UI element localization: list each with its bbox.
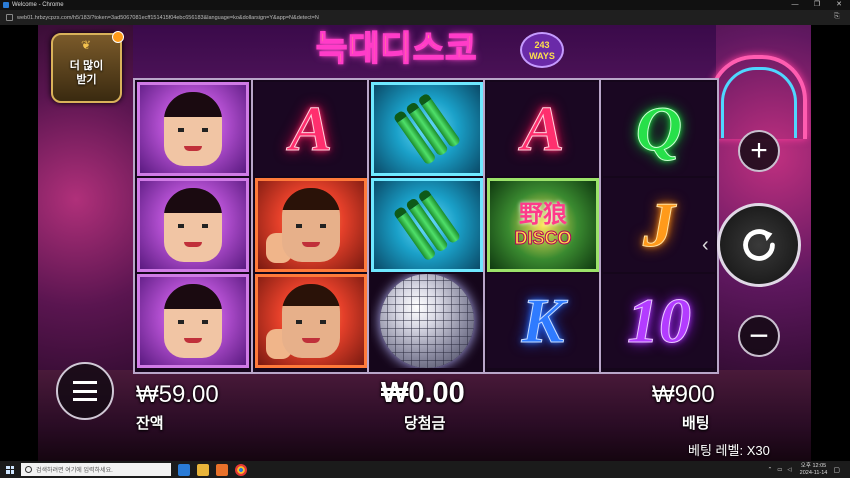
reel-1: [135, 80, 251, 372]
game-logo: 늑대디스코 243 WAYS: [315, 28, 564, 74]
win-label: 당첨금: [404, 415, 446, 432]
q-symbol-text: Q: [635, 93, 683, 164]
buy-bonus-label: 더 많이 받기: [53, 59, 120, 87]
autoplay-arrow-icon[interactable]: ‹: [702, 231, 716, 259]
a-symbol-text: A: [289, 93, 333, 164]
chrome-icon: [3, 2, 9, 8]
bottles-symbol: [371, 178, 483, 272]
reel-3: [367, 80, 485, 372]
reel-5: Q J 10: [599, 80, 717, 372]
lady-portrait-icon: [164, 188, 222, 262]
neon-arch-inner-decoration: [721, 67, 797, 138]
lady-portrait-icon: [164, 284, 222, 358]
chrome-taskbar-icon[interactable]: [235, 463, 247, 476]
reel-4: A 野狼 DISCO K: [483, 80, 601, 372]
bottles-symbol: [371, 82, 483, 176]
buy-bonus-line1: 더 많이: [69, 60, 104, 72]
balance-label: 잔액: [136, 415, 164, 432]
disco-ball-symbol: [371, 274, 483, 368]
taskbar-clock[interactable]: 오후 12:05 2024-11-14: [800, 463, 828, 477]
close-button[interactable]: ✕: [828, 0, 850, 10]
bet-level-label: 베팅 레벨:: [688, 443, 744, 458]
system-tray: ⌃ ▭ ◁ 오후 12:05 2024-11-14 ▢: [768, 461, 850, 478]
file-explorer-icon[interactable]: [197, 463, 209, 476]
plus-icon: +: [750, 134, 768, 167]
a-symbol-text: A: [521, 93, 565, 164]
ways-number: 243: [534, 40, 550, 50]
bet-label: 배팅: [682, 415, 710, 432]
windows-taskbar: 검색하려면 여기에 입력하세요. ⌃ ▭ ◁ 오후 12:05 2024-11-…: [0, 461, 850, 478]
buy-bonus-line2: 받기: [76, 74, 97, 86]
bet-level-value: X30: [746, 443, 770, 458]
notification-dot-icon: [112, 31, 124, 43]
disco-wild-symbol: 野狼 DISCO: [487, 178, 599, 272]
clock-date: 2024-11-14: [799, 469, 828, 476]
ways-label: WAYS: [529, 51, 555, 61]
translate-icon[interactable]: ⎘: [834, 13, 842, 21]
app-h-icon[interactable]: [216, 463, 228, 476]
bet-level-display: 베팅 레벨: X30: [688, 440, 770, 459]
url-text[interactable]: web01.hrbzycpzs.com/h5/183/?token=3ad506…: [17, 15, 717, 21]
lady-symbol: [137, 178, 249, 272]
q-symbol: Q: [603, 82, 715, 176]
window-title: Welcome - Chrome: [12, 2, 64, 8]
spin-button[interactable]: [717, 203, 801, 287]
man-symbol: [255, 274, 367, 368]
lady-symbol: [137, 82, 249, 176]
j-symbol: J: [603, 178, 715, 272]
balance-amount: ₩59.00: [136, 381, 219, 408]
man-portrait-icon: [282, 284, 340, 358]
notification-icon[interactable]: ▢: [833, 466, 840, 474]
search-placeholder: 검색하려면 여기에 입력하세요.: [36, 468, 113, 474]
gift-bow-icon: ❦: [80, 38, 92, 52]
decrease-bet-button[interactable]: −: [738, 315, 780, 357]
k-symbol-text: K: [521, 285, 565, 356]
browser-title-bar: Welcome - Chrome — ❐ ✕: [0, 0, 850, 10]
game-canvas: ❦ 더 많이 받기 늑대디스코 243 WAYS A A 野狼 DISCO K …: [38, 25, 811, 461]
disco-wild-bottom-text: DISCO: [514, 228, 572, 249]
clock-time: 오후 12:05: [800, 462, 827, 469]
menu-button[interactable]: [56, 362, 114, 420]
bottles-icon: [392, 92, 462, 166]
ways-badge: 243 WAYS: [520, 32, 564, 68]
minimize-button[interactable]: —: [784, 0, 806, 10]
logo-title: 늑대디스코: [315, 29, 478, 69]
man-symbol: [255, 178, 367, 272]
search-icon: [25, 466, 32, 473]
address-bar[interactable]: web01.hrbzycpzs.com/h5/183/?token=3ad506…: [0, 10, 850, 25]
win-amount: ₩0.00: [381, 377, 465, 409]
bet-amount: ₩900: [652, 381, 715, 408]
windows-start-icon[interactable]: [6, 465, 14, 474]
hamburger-icon: [73, 381, 97, 401]
volume-icon[interactable]: ◁: [787, 467, 791, 473]
tray-arrow-icon[interactable]: ⌃: [768, 467, 773, 473]
ten-symbol: 10: [603, 274, 715, 368]
a-symbol: A: [487, 82, 599, 176]
k-symbol: K: [487, 274, 599, 368]
reel-grid: A A 野狼 DISCO K Q J 10: [133, 78, 719, 374]
minus-icon: −: [749, 317, 769, 355]
spin-arrow-icon: [743, 229, 775, 261]
reel-2: A: [251, 80, 369, 372]
ten-symbol-text: 10: [627, 285, 692, 356]
man-portrait-icon: [282, 188, 340, 262]
window-controls: — ❐ ✕: [784, 0, 850, 10]
lady-symbol: [137, 274, 249, 368]
j-symbol-text: J: [643, 189, 676, 260]
disco-ball-icon: [380, 274, 474, 368]
buy-bonus-button[interactable]: ❦ 더 많이 받기: [51, 31, 124, 103]
network-icon[interactable]: ▭: [777, 467, 782, 473]
maximize-button[interactable]: ❐: [806, 0, 828, 10]
lock-icon[interactable]: [6, 14, 13, 21]
bottles-icon: [392, 188, 462, 262]
taskbar-search-input[interactable]: 검색하려면 여기에 입력하세요.: [21, 463, 171, 476]
disco-wild-top-text: 野狼: [519, 201, 567, 228]
a-symbol: A: [255, 82, 367, 176]
edge-icon[interactable]: [178, 463, 190, 476]
lady-portrait-icon: [164, 92, 222, 166]
increase-bet-button[interactable]: +: [738, 130, 780, 172]
